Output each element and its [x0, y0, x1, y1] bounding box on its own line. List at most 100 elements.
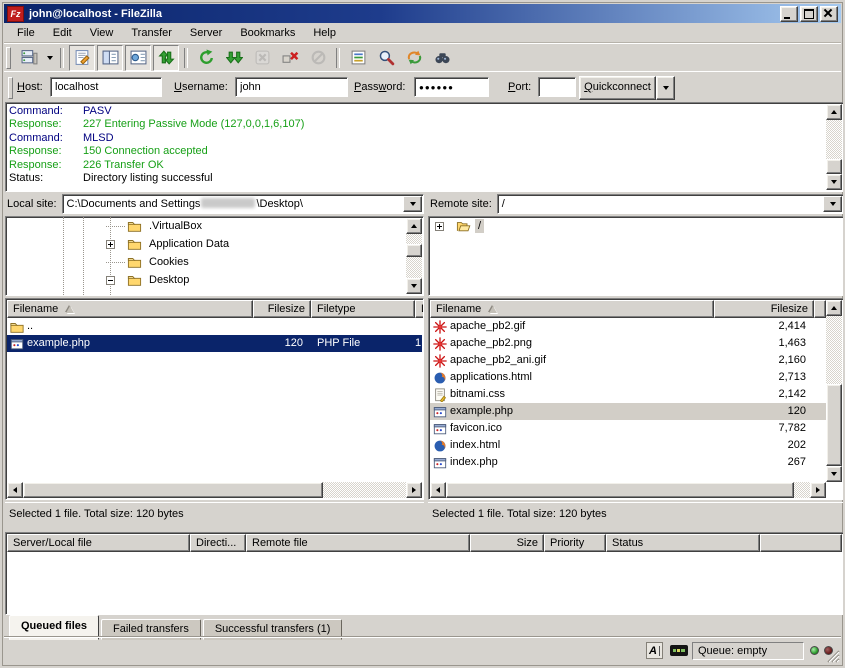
tree-item[interactable]: Application Data	[6, 235, 423, 253]
file-row[interactable]: index.html202	[430, 437, 826, 454]
filter-button[interactable]	[345, 45, 371, 71]
column-header-filetype[interactable]: Filetype	[311, 300, 415, 318]
toggle-queue-button[interactable]	[153, 45, 179, 71]
menu-item-view[interactable]: View	[81, 25, 123, 41]
scrollbar-thumb[interactable]	[826, 159, 842, 174]
menu-item-server[interactable]: Server	[181, 25, 231, 41]
remote-list-scrollbar[interactable]	[826, 300, 842, 482]
maximize-button[interactable]	[800, 6, 818, 22]
local-tree-scrollbar[interactable]	[406, 218, 422, 294]
local-site-dropdown-button[interactable]	[403, 196, 422, 212]
file-row[interactable]: applications.html2,713	[430, 369, 826, 386]
collapse-minus-icon[interactable]	[106, 276, 115, 285]
close-button[interactable]	[820, 6, 838, 22]
filename-cell: index.html	[450, 437, 714, 454]
refresh-icon	[198, 49, 215, 66]
expand-plus-icon[interactable]	[106, 240, 115, 249]
chevron-down-icon	[47, 56, 53, 60]
scroll-right-button[interactable]	[406, 482, 422, 498]
quickconnect-button[interactable]: Quickconnect	[579, 76, 656, 100]
toggle-local-tree-button[interactable]	[97, 45, 123, 71]
file-row[interactable]: example.php120PHP File1	[7, 335, 422, 352]
remote-site-combo[interactable]: /	[497, 194, 844, 214]
menu-item-file[interactable]: File	[8, 25, 44, 41]
file-row[interactable]: apache_pb2.gif2,414	[430, 318, 826, 335]
minimize-button[interactable]	[780, 6, 798, 22]
scroll-up-button[interactable]	[826, 300, 842, 316]
column-header-directi[interactable]: Directi...	[190, 534, 246, 552]
expand-plus-icon[interactable]	[435, 222, 444, 231]
file-row[interactable]: ..	[7, 318, 422, 335]
scroll-down-button[interactable]	[406, 278, 422, 294]
toggle-log-icon	[74, 49, 91, 66]
file-row[interactable]: favicon.ico7,782	[430, 420, 826, 437]
menu-item-bookmarks[interactable]: Bookmarks	[231, 25, 304, 41]
scrollbar-thumb[interactable]	[406, 244, 422, 257]
phpwin-icon	[9, 337, 25, 351]
filezilla-app-icon[interactable]: Fz	[7, 6, 24, 22]
scroll-down-button[interactable]	[826, 466, 842, 482]
quickconnect-gripper[interactable]	[8, 77, 13, 99]
column-header-l[interactable]: L	[415, 300, 424, 318]
scrollbar-thumb[interactable]	[446, 482, 794, 498]
scroll-left-button[interactable]	[430, 482, 446, 498]
local-site-combo[interactable]: C:\Documents and Settings\Desktop\	[62, 194, 424, 214]
tree-item[interactable]: .VirtualBox	[6, 217, 423, 235]
port-input[interactable]	[538, 77, 576, 97]
refresh-button[interactable]	[193, 45, 219, 71]
host-input[interactable]	[50, 77, 162, 97]
local-horizontal-scrollbar[interactable]	[7, 482, 422, 498]
column-header-filename[interactable]: Filename	[430, 300, 714, 318]
scroll-up-button[interactable]	[406, 218, 422, 234]
scrollbar-track[interactable]	[446, 482, 810, 498]
scroll-right-button[interactable]	[810, 482, 826, 498]
column-header-filesize[interactable]: Filesize	[253, 300, 311, 318]
remote-horizontal-scrollbar[interactable]	[430, 482, 826, 498]
file-row[interactable]: apache_pb2_ani.gif2,160	[430, 352, 826, 369]
column-header-filename[interactable]: Filename	[7, 300, 253, 318]
menu-item-help[interactable]: Help	[304, 25, 345, 41]
file-row[interactable]: bitnami.css2,142	[430, 386, 826, 403]
toolbar-gripper[interactable]	[6, 47, 11, 69]
tree-item[interactable]: /	[429, 217, 843, 235]
menu-item-transfer[interactable]: Transfer	[122, 25, 181, 41]
toggle-remote-tree-button[interactable]	[125, 45, 151, 71]
compare-button[interactable]	[373, 45, 399, 71]
column-header-status[interactable]: Status	[606, 534, 760, 552]
file-row[interactable]: example.php120	[430, 403, 826, 420]
column-header-remote-file[interactable]: Remote file	[246, 534, 470, 552]
tree-item[interactable]: Desktop	[6, 271, 423, 289]
message-log-scrollbar[interactable]	[826, 104, 842, 190]
sync-browsing-button[interactable]	[401, 45, 427, 71]
file-row[interactable]: index.php267	[430, 454, 826, 471]
username-input[interactable]	[235, 77, 348, 97]
triangle-down-icon	[411, 284, 417, 288]
column-header-spacer[interactable]	[760, 534, 842, 552]
scroll-left-button[interactable]	[7, 482, 23, 498]
scrollbar-track[interactable]	[23, 482, 406, 498]
ascii-data-type-icon: A	[646, 642, 663, 659]
column-header-size[interactable]: Size	[470, 534, 544, 552]
column-header-filesize[interactable]: Filesize	[714, 300, 814, 318]
column-header-priority[interactable]: Priority	[544, 534, 606, 552]
quickconnect-dropdown-button[interactable]	[656, 76, 675, 100]
column-header-server-local-file[interactable]: Server/Local file	[7, 534, 190, 552]
process-queue-button[interactable]	[221, 45, 247, 71]
scrollbar-thumb[interactable]	[23, 482, 323, 498]
disconnect-button[interactable]	[277, 45, 303, 71]
toggle-queue-icon	[158, 49, 175, 66]
site-manager-button[interactable]	[16, 45, 42, 71]
file-row[interactable]: apache_pb2.png1,463	[430, 335, 826, 352]
resize-grip[interactable]	[827, 650, 840, 663]
menu-item-edit[interactable]: Edit	[44, 25, 81, 41]
toggle-log-button[interactable]	[69, 45, 95, 71]
search-button[interactable]	[429, 45, 455, 71]
scroll-down-button[interactable]	[826, 174, 842, 190]
column-header-spacer[interactable]	[814, 300, 826, 318]
remote-site-dropdown-button[interactable]	[823, 196, 842, 212]
tree-item[interactable]: Cookies	[6, 253, 423, 271]
scrollbar-thumb[interactable]	[826, 384, 842, 466]
password-input[interactable]	[414, 77, 489, 97]
site-manager-dropdown-button[interactable]	[43, 46, 56, 70]
scroll-up-button[interactable]	[826, 104, 842, 120]
